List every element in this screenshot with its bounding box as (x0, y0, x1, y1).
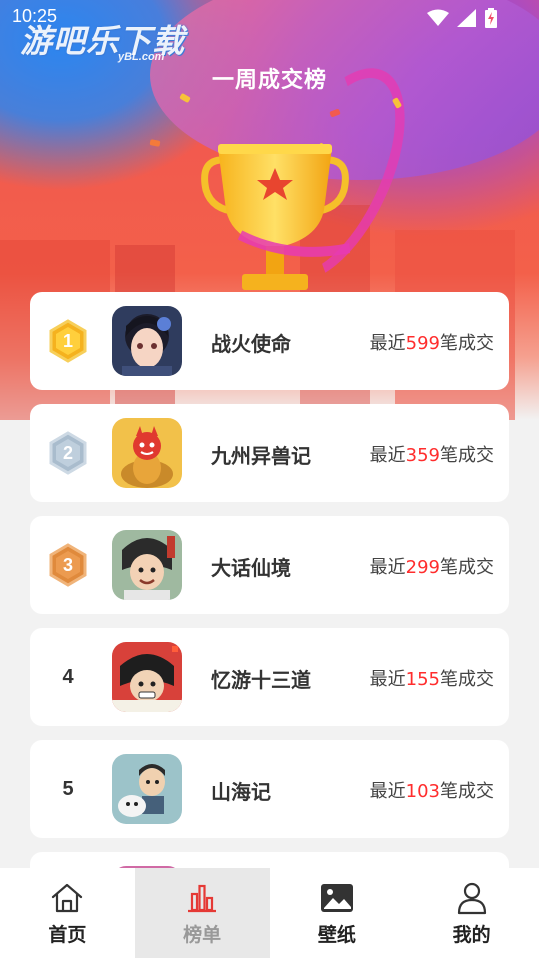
game-icon (112, 754, 182, 824)
deal-number: 299 (405, 557, 440, 578)
game-icon (112, 306, 182, 376)
deal-prefix: 最近 (369, 445, 406, 466)
nav-label: 首页 (48, 924, 87, 946)
game-icon (112, 418, 182, 488)
signal-icon (457, 9, 476, 27)
deal-suffix: 笔成交 (440, 445, 494, 466)
rank-badge: 4 (48, 656, 88, 698)
ranking-item[interactable]: 3 大话仙境 最近299笔成交 (30, 516, 509, 614)
ranking-item[interactable]: 4 忆游十三道 最近155笔成交 (30, 628, 509, 726)
deal-number: 155 (405, 669, 440, 690)
ranking-item[interactable]: 1 战火使命 最近599笔成交 (30, 292, 509, 390)
game-name: 大话仙境 (211, 556, 291, 580)
deal-suffix: 笔成交 (440, 781, 494, 802)
user-icon (457, 882, 486, 915)
ranking-item[interactable]: 2 九州异兽记 最近359笔成交 (30, 404, 509, 502)
nav-wallpaper[interactable]: 壁纸 (270, 868, 405, 958)
rank-number: 3 (62, 554, 73, 575)
nav-profile[interactable]: 我的 (404, 868, 539, 958)
home-icon (52, 883, 83, 913)
deal-count: 最近103笔成交 (370, 777, 494, 803)
deal-count: 最近155笔成交 (370, 665, 494, 691)
deal-prefix: 最近 (369, 557, 406, 578)
deal-prefix: 最近 (369, 781, 406, 802)
battery-icon (485, 8, 497, 28)
wifi-icon (427, 9, 449, 26)
rank-number: 2 (62, 442, 73, 463)
deal-suffix: 笔成交 (440, 333, 494, 354)
rank-badge: 5 (48, 768, 88, 810)
deal-suffix: 笔成交 (440, 557, 494, 578)
bottom-nav: 首页 榜单 壁纸 我的 (0, 868, 539, 958)
game-name: 山海记 (211, 780, 271, 804)
deal-suffix: 笔成交 (440, 669, 494, 690)
confetti (149, 139, 161, 147)
deal-count: 最近299笔成交 (370, 553, 494, 579)
deal-number: 599 (405, 333, 440, 354)
rank-number: 1 (62, 330, 73, 351)
game-icon (112, 530, 182, 600)
nav-ranking[interactable]: 榜单 (134, 868, 270, 958)
chart-icon (188, 884, 217, 913)
status-icons (427, 8, 497, 28)
nav-label: 我的 (452, 924, 491, 946)
image-icon (320, 884, 353, 912)
rank-number: 5 (62, 777, 74, 800)
deal-prefix: 最近 (369, 333, 406, 354)
deal-number: 103 (405, 781, 440, 802)
game-name: 忆游十三道 (211, 668, 311, 692)
nav-home[interactable]: 首页 (0, 868, 135, 958)
deal-count: 最近599笔成交 (370, 329, 494, 355)
ranking-item[interactable]: 5 山海记 最近103笔成交 (30, 740, 509, 838)
trophy-icon (201, 144, 350, 290)
rank-badge: 3 (48, 543, 88, 587)
deal-number: 359 (405, 445, 440, 466)
rank-number: 4 (62, 665, 74, 688)
game-name: 九州异兽记 (211, 444, 311, 468)
page-title: 一周成交榜 (211, 68, 327, 93)
game-name: 战火使命 (211, 332, 291, 356)
rank-badge: 1 (48, 319, 88, 363)
nav-label: 壁纸 (317, 924, 356, 946)
rank-badge: 2 (48, 431, 88, 475)
nav-label: 榜单 (183, 924, 222, 946)
game-icon (112, 642, 182, 712)
deal-count: 最近359笔成交 (370, 441, 494, 467)
deal-prefix: 最近 (369, 669, 406, 690)
